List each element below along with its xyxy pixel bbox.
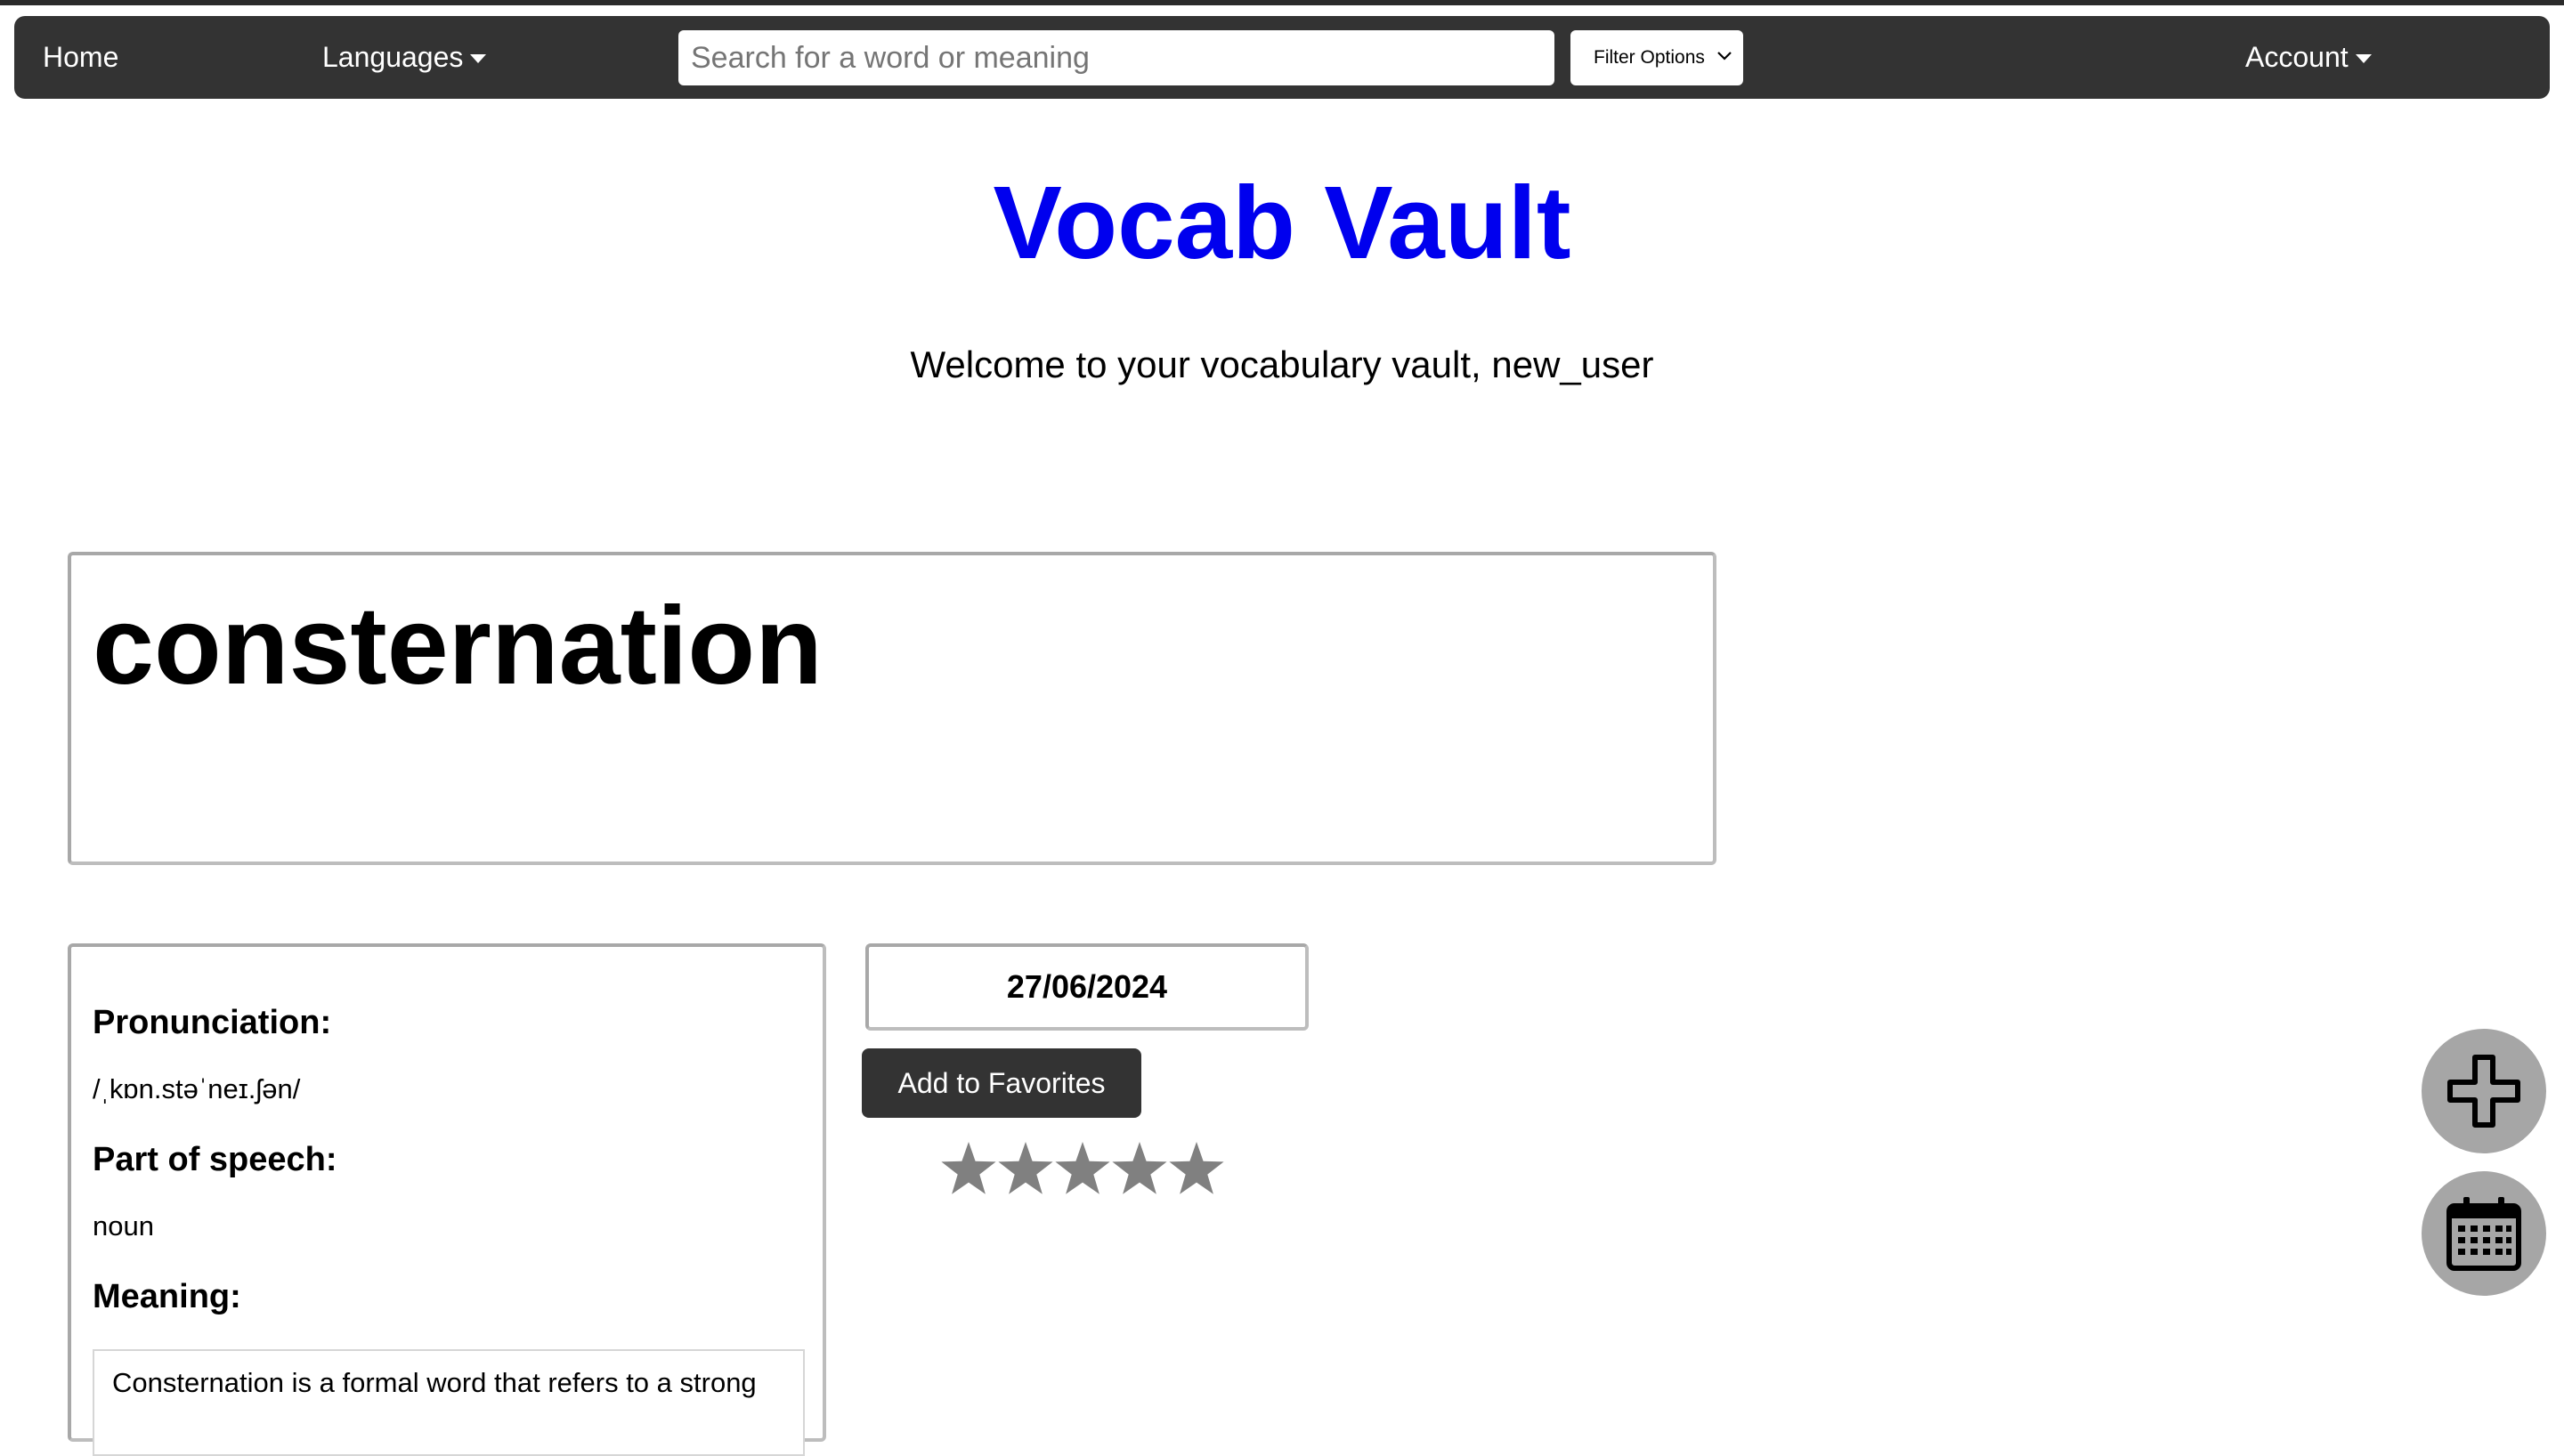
meaning-text: Consternation is a formal word that refe… [93, 1349, 805, 1456]
star-icon[interactable] [1054, 1139, 1111, 1201]
filter-options-select[interactable]: Filter Options [1570, 30, 1743, 85]
pronunciation-heading: Pronunciation: [93, 1004, 332, 1041]
caret-down-icon [2355, 53, 2372, 63]
chevron-down-icon [1717, 52, 1732, 61]
calendar-icon [2446, 1197, 2521, 1271]
star-icon[interactable] [1111, 1139, 1168, 1201]
nav-languages-label: Languages [322, 41, 464, 73]
navbar: Home Languages Filter Options Account [14, 16, 2550, 99]
page-title: Vocab Vault [993, 165, 1571, 280]
search-input[interactable] [678, 30, 1554, 85]
add-to-favorites-button[interactable]: Add to Favorites [862, 1048, 1141, 1118]
meaning-heading: Meaning: [93, 1278, 241, 1315]
entry-date: 27/06/2024 [865, 943, 1309, 1031]
star-icon[interactable] [940, 1139, 997, 1201]
pronunciation-value: /ˌkɒn.stəˈneɪ.ʃən/ [93, 1073, 301, 1104]
nav-home-label: Home [43, 41, 119, 73]
word-title: consternation [93, 585, 823, 708]
word-card: consternation [68, 552, 1716, 865]
part-of-speech-value: noun [93, 1210, 154, 1242]
star-icon[interactable] [997, 1139, 1054, 1201]
nav-home-link[interactable]: Home [43, 16, 118, 99]
part-of-speech-heading: Part of speech: [93, 1141, 337, 1178]
top-border [0, 0, 2564, 5]
star-rating [940, 1139, 1225, 1201]
filter-options-label: Filter Options [1594, 47, 1705, 68]
nav-account-dropdown[interactable]: Account [2245, 16, 2372, 99]
nav-account-label: Account [2245, 41, 2349, 73]
word-details-card: Pronunciation: /ˌkɒn.stəˈneɪ.ʃən/ Part o… [68, 943, 826, 1456]
plus-icon [2447, 1055, 2520, 1128]
calendar-button[interactable] [2422, 1171, 2546, 1296]
welcome-message: Welcome to your vocabulary vault, new_us… [910, 344, 1654, 385]
add-word-button[interactable] [2422, 1029, 2546, 1153]
star-icon[interactable] [1168, 1139, 1225, 1201]
nav-languages-dropdown[interactable]: Languages [322, 16, 487, 99]
caret-down-icon [470, 53, 487, 63]
